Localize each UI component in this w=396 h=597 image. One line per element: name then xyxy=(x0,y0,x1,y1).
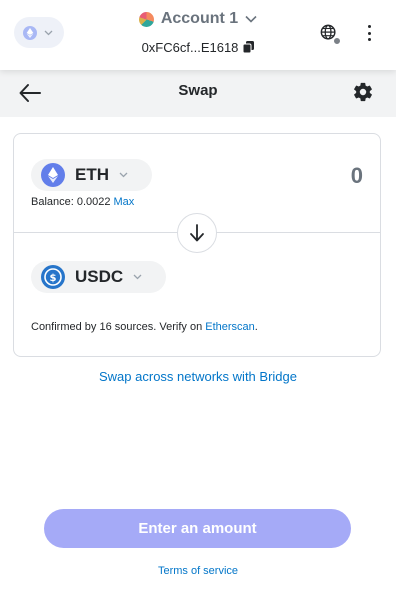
verification-suffix: . xyxy=(254,321,258,333)
switch-tokens-button[interactable] xyxy=(177,213,217,253)
terms-of-service-link[interactable]: Terms of service xyxy=(0,565,396,577)
usdc-icon: $ xyxy=(41,265,65,289)
page-title: Swap xyxy=(178,82,218,99)
enter-amount-button[interactable]: Enter an amount xyxy=(44,509,351,548)
kebab-dot xyxy=(367,38,371,41)
to-token-symbol: USDC xyxy=(75,267,124,286)
account-menu-button[interactable]: Account 1 xyxy=(138,10,257,28)
svg-text:$: $ xyxy=(50,273,57,284)
swap-card: ETH 0 Balance: 0.0022 Max $ USDC Confirme… xyxy=(13,133,381,357)
connected-sites-button[interactable] xyxy=(320,24,341,45)
copy-icon xyxy=(243,41,255,53)
to-token-selector[interactable]: $ USDC xyxy=(31,261,166,293)
gear-icon[interactable] xyxy=(352,81,374,103)
chevron-down-icon xyxy=(133,274,142,280)
status-badge xyxy=(333,37,341,45)
kebab-dot xyxy=(367,25,371,28)
from-token-selector[interactable]: ETH xyxy=(31,159,152,191)
verification-text: Confirmed by 16 sources. Verify on xyxy=(31,321,206,333)
swap-title-bar: Swap xyxy=(0,70,396,117)
token-verification-note: Confirmed by 16 sources. Verify on Ether… xyxy=(31,321,258,333)
account-options-menu-button[interactable] xyxy=(366,25,372,41)
kebab-dot xyxy=(367,31,371,35)
chevron-down-icon xyxy=(245,15,257,23)
copy-address-button[interactable]: 0xFC6cf...E1618 xyxy=(142,40,255,55)
max-button[interactable]: Max xyxy=(114,196,135,208)
balance-row: Balance: 0.0022 Max xyxy=(31,196,134,208)
balance-label: Balance: 0.0022 xyxy=(31,196,111,208)
ethereum-icon xyxy=(41,163,65,187)
etherscan-link[interactable]: Etherscan xyxy=(205,321,255,333)
account-address: 0xFC6cf...E1618 xyxy=(141,39,239,55)
from-amount-input[interactable]: 0 xyxy=(351,163,363,189)
account-name: Account 1 xyxy=(160,10,239,27)
app-header: Account 1 0xFC6cf...E1618 xyxy=(0,0,396,70)
from-token-symbol: ETH xyxy=(75,165,109,184)
chevron-down-icon xyxy=(119,172,128,178)
bridge-link[interactable]: Swap across networks with Bridge xyxy=(0,369,396,384)
arrow-down-icon xyxy=(190,224,204,242)
avatar xyxy=(138,11,154,27)
